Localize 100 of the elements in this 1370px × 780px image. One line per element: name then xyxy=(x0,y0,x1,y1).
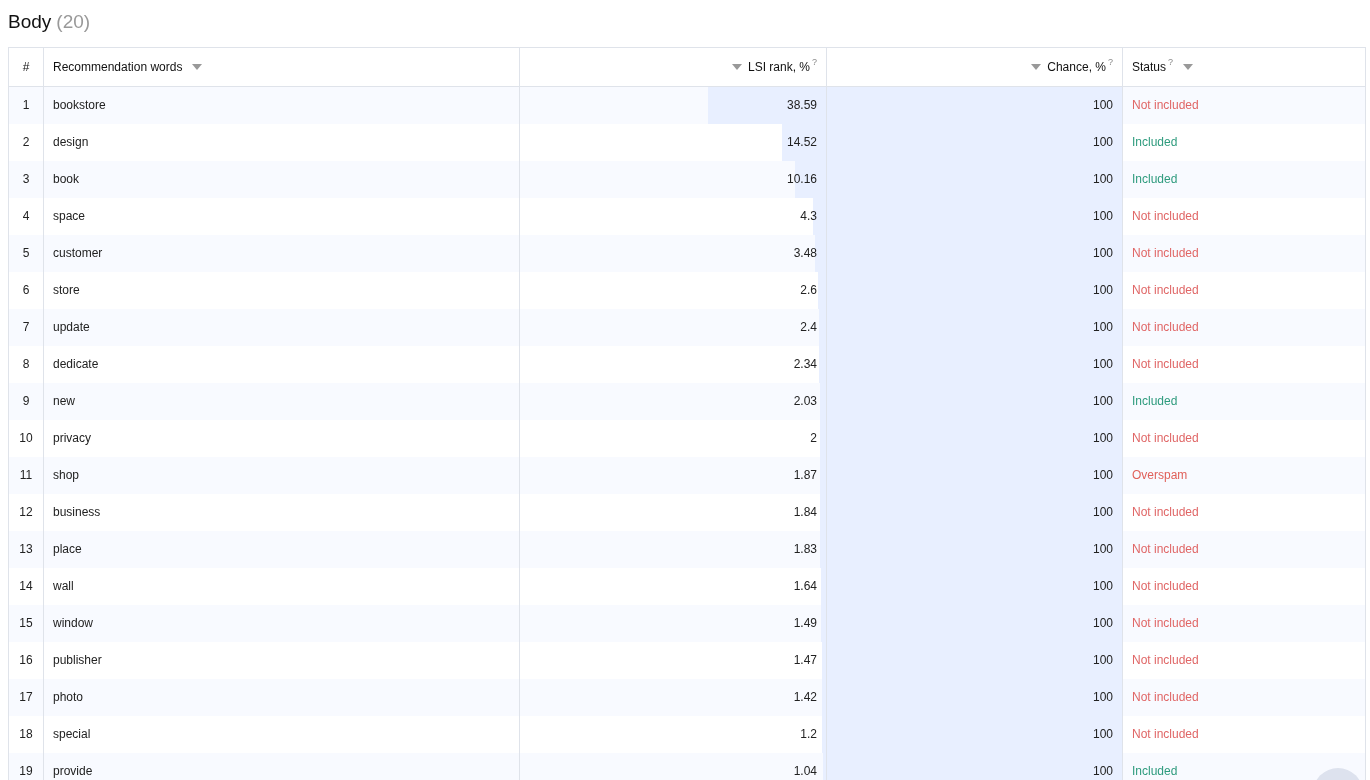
status-label: Not included xyxy=(1132,504,1199,521)
numeric-value: 100 xyxy=(1092,393,1113,410)
numeric-value: 100 xyxy=(1092,134,1113,151)
row-number: 19 xyxy=(19,763,33,780)
keyword: store xyxy=(53,282,80,299)
numeric-value: 38.59 xyxy=(786,97,817,114)
column-header[interactable]: Recommendation words xyxy=(53,57,183,76)
numeric-value: 100 xyxy=(1092,430,1113,447)
keyword: dedicate xyxy=(53,356,99,373)
keyword: provide xyxy=(53,763,93,780)
column-header[interactable]: Chance, % xyxy=(1047,57,1106,76)
status-label: Not included xyxy=(1132,578,1199,595)
keyword: publisher xyxy=(53,652,102,669)
numeric-value: 1.2 xyxy=(800,726,817,743)
numeric-value: 1.04 xyxy=(793,763,817,780)
keyword: place xyxy=(53,541,82,558)
column-header[interactable]: LSI rank, % xyxy=(747,57,810,76)
status-label: Not included xyxy=(1132,541,1199,558)
keyword: bookstore xyxy=(53,97,106,114)
keyword: wall xyxy=(53,578,74,595)
keyword: update xyxy=(53,319,90,336)
status-label: Not included xyxy=(1132,430,1199,447)
numeric-value: 1.47 xyxy=(793,652,817,669)
status-label: Included xyxy=(1132,134,1178,151)
numeric-value: 100 xyxy=(1092,171,1113,188)
status-label: Not included xyxy=(1132,356,1199,373)
row-number: 14 xyxy=(19,578,33,595)
help-mark[interactable]: ? xyxy=(1108,55,1113,70)
keyword: business xyxy=(53,504,101,521)
numeric-value: 2.6 xyxy=(800,282,817,299)
row-number: 16 xyxy=(19,652,33,669)
status-label: Not included xyxy=(1132,97,1199,114)
section-count: (20) xyxy=(56,10,91,34)
keyword: customer xyxy=(53,245,103,262)
numeric-value: 2.4 xyxy=(800,319,817,336)
status-label: Overspam xyxy=(1132,467,1188,484)
column-header[interactable]: Status xyxy=(1132,57,1167,76)
status-label: Not included xyxy=(1132,652,1199,669)
keyword: privacy xyxy=(53,430,91,447)
numeric-value: 2 xyxy=(810,430,817,447)
numeric-value: 100 xyxy=(1092,208,1113,225)
column-header[interactable]: # xyxy=(22,57,30,76)
numeric-value: 3.48 xyxy=(793,245,817,262)
row-number: 11 xyxy=(19,467,33,484)
help-mark[interactable]: ? xyxy=(812,55,817,70)
row-number: 18 xyxy=(19,726,33,743)
numeric-value: 100 xyxy=(1092,467,1113,484)
numeric-value: 1.83 xyxy=(793,541,817,558)
numeric-value: 1.42 xyxy=(793,689,817,706)
numeric-value: 1.64 xyxy=(793,578,817,595)
row-number: 10 xyxy=(19,430,33,447)
numeric-value: 100 xyxy=(1092,541,1113,558)
help-mark[interactable]: ? xyxy=(1168,55,1174,70)
row-number: 15 xyxy=(19,615,33,632)
status-label: Included xyxy=(1132,171,1178,188)
numeric-value: 10.16 xyxy=(786,171,817,188)
row-number: 2 xyxy=(22,134,30,151)
numeric-value: 100 xyxy=(1092,726,1113,743)
numeric-value: 100 xyxy=(1092,615,1113,632)
row-number: 3 xyxy=(22,171,30,188)
keyword: design xyxy=(53,134,89,151)
row-number: 9 xyxy=(22,393,30,410)
status-label: Not included xyxy=(1132,615,1199,632)
row-number: 13 xyxy=(19,541,33,558)
row-number: 5 xyxy=(22,245,30,262)
status-label: Not included xyxy=(1132,245,1199,262)
section-title: Body xyxy=(8,10,52,34)
row-number: 6 xyxy=(22,282,30,299)
row-number: 8 xyxy=(22,356,30,373)
sort-caret-icon[interactable] xyxy=(192,63,203,70)
numeric-value: 1.87 xyxy=(793,467,817,484)
status-label: Not included xyxy=(1132,208,1199,225)
numeric-value: 100 xyxy=(1092,356,1113,373)
numeric-value: 100 xyxy=(1092,578,1113,595)
status-label: Not included xyxy=(1132,319,1199,336)
numeric-value: 100 xyxy=(1092,652,1113,669)
numeric-value: 100 xyxy=(1092,763,1113,780)
keyword: book xyxy=(53,171,80,188)
keyword: shop xyxy=(53,467,80,484)
row-number: 1 xyxy=(22,97,30,114)
status-label: Not included xyxy=(1132,282,1199,299)
numeric-value: 1.84 xyxy=(793,504,817,521)
numeric-value: 4.3 xyxy=(800,208,817,225)
numeric-value: 100 xyxy=(1092,319,1113,336)
numeric-value: 14.52 xyxy=(786,134,817,151)
sort-caret-icon[interactable] xyxy=(1031,63,1042,70)
sort-caret-icon[interactable] xyxy=(1183,63,1194,70)
status-label: Not included xyxy=(1132,689,1199,706)
sort-caret-icon[interactable] xyxy=(731,63,742,70)
numeric-value: 100 xyxy=(1092,97,1113,114)
numeric-value: 100 xyxy=(1092,689,1113,706)
status-label: Not included xyxy=(1132,726,1199,743)
row-number: 17 xyxy=(19,689,33,706)
status-label: Included xyxy=(1132,763,1178,780)
numeric-value: 1.49 xyxy=(793,615,817,632)
keyword: new xyxy=(53,393,75,410)
keyword: photo xyxy=(53,689,84,706)
row-number: 12 xyxy=(19,504,33,521)
keyword: window xyxy=(53,615,94,632)
row-number: 4 xyxy=(22,208,30,225)
